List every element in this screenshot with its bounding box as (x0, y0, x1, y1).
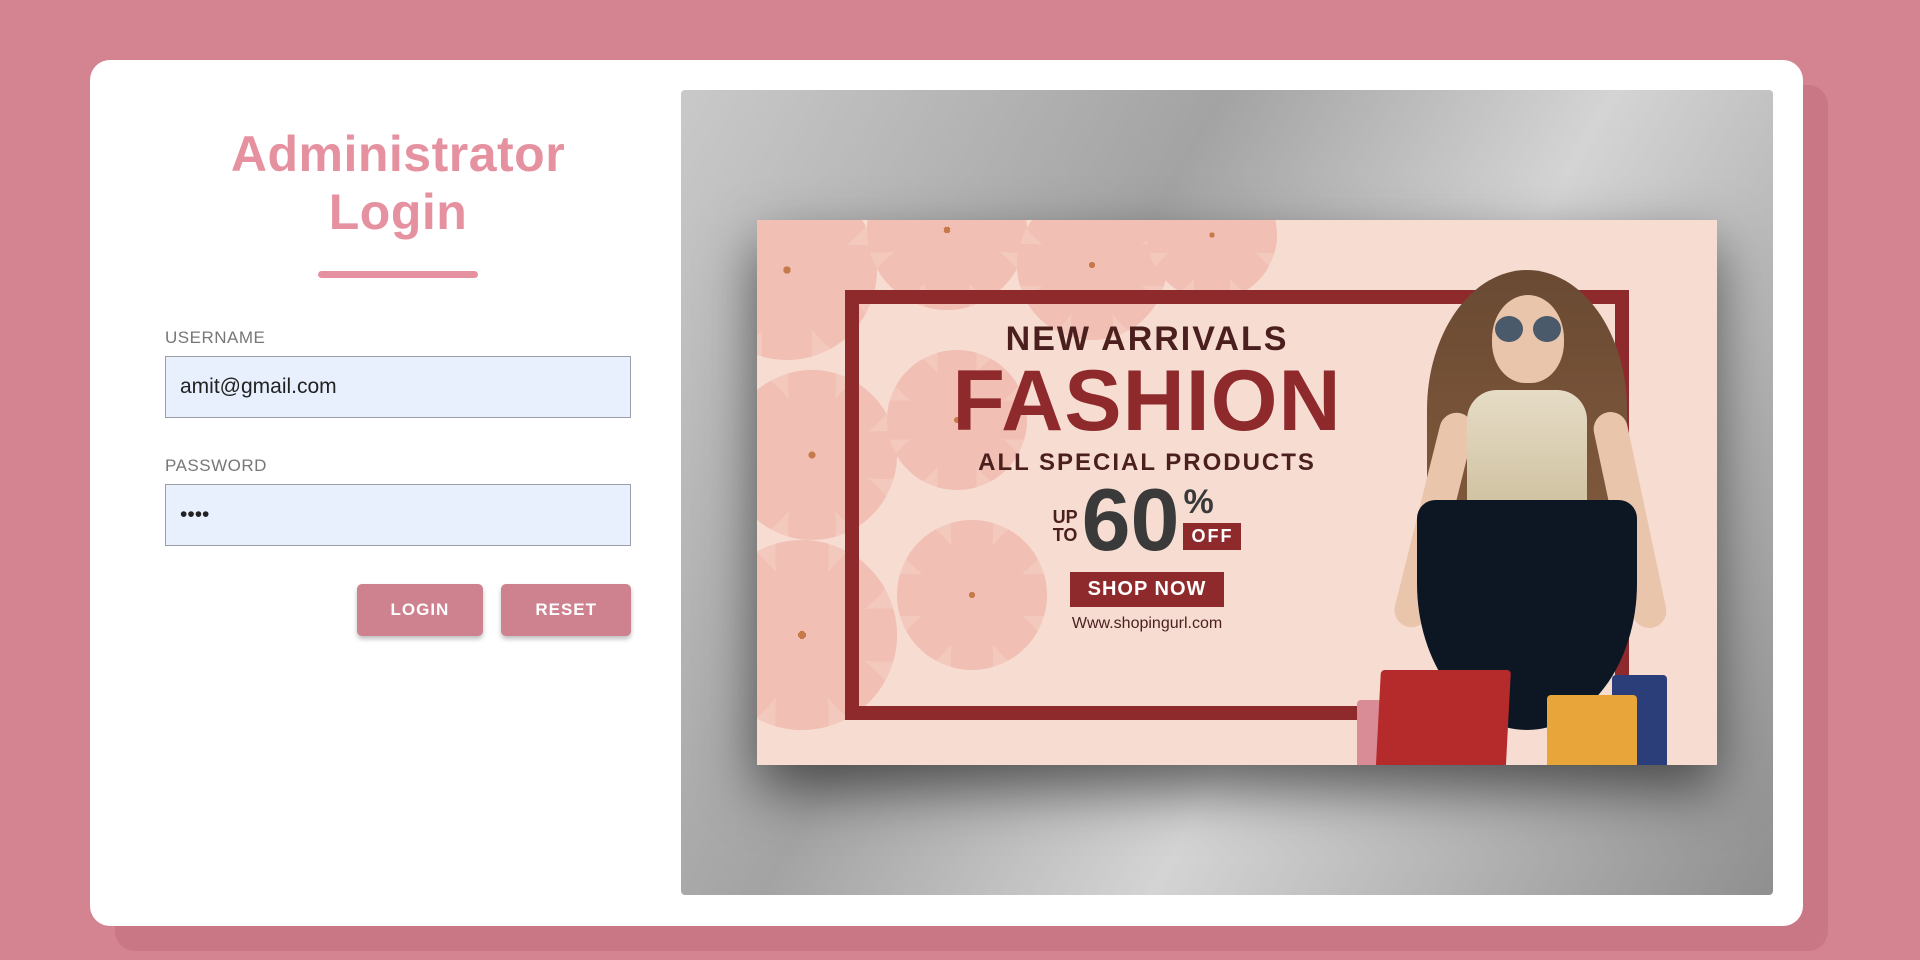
password-label: PASSWORD (165, 456, 631, 476)
fashion-banner: NEW ARRIVALS FASHION ALL SPECIAL PRODUCT… (757, 220, 1717, 765)
percent-off: % OFF (1183, 485, 1241, 550)
banner-headline-2: FASHION (897, 361, 1397, 443)
upto-label: UP TO (1053, 508, 1078, 544)
password-group: PASSWORD (165, 456, 631, 546)
login-form: USERNAME PASSWORD LOGIN RESET (165, 328, 631, 636)
login-button[interactable]: LOGIN (357, 584, 484, 636)
title-underline (318, 271, 478, 278)
button-row: LOGIN RESET (165, 584, 631, 636)
off-badge: OFF (1183, 523, 1241, 550)
banner-text: NEW ARRIVALS FASHION ALL SPECIAL PRODUCT… (897, 320, 1397, 633)
reset-button[interactable]: RESET (501, 584, 631, 636)
up-text: UP (1053, 508, 1078, 526)
discount-block: UP TO 60 % OFF (897, 485, 1397, 556)
login-panel: Administrator Login USERNAME PASSWORD LO… (90, 60, 681, 926)
flower-decoration (1147, 220, 1277, 300)
banner-url: Www.shopingurl.com (897, 615, 1397, 633)
username-input[interactable] (165, 356, 631, 418)
watermark-text: envato (1516, 558, 1607, 595)
username-group: USERNAME (165, 328, 631, 418)
shop-now-badge: SHOP NOW (1070, 572, 1225, 607)
password-input[interactable] (165, 484, 631, 546)
page-title: Administrator Login (165, 125, 631, 241)
discount-number: 60 (1082, 485, 1180, 555)
login-card: Administrator Login USERNAME PASSWORD LO… (90, 60, 1803, 926)
promo-panel: NEW ARRIVALS FASHION ALL SPECIAL PRODUCT… (681, 90, 1773, 895)
percent-sign: % (1183, 485, 1213, 519)
username-label: USERNAME (165, 328, 631, 348)
to-text: TO (1053, 526, 1078, 544)
banner-wrap: NEW ARRIVALS FASHION ALL SPECIAL PRODUCT… (757, 220, 1717, 765)
